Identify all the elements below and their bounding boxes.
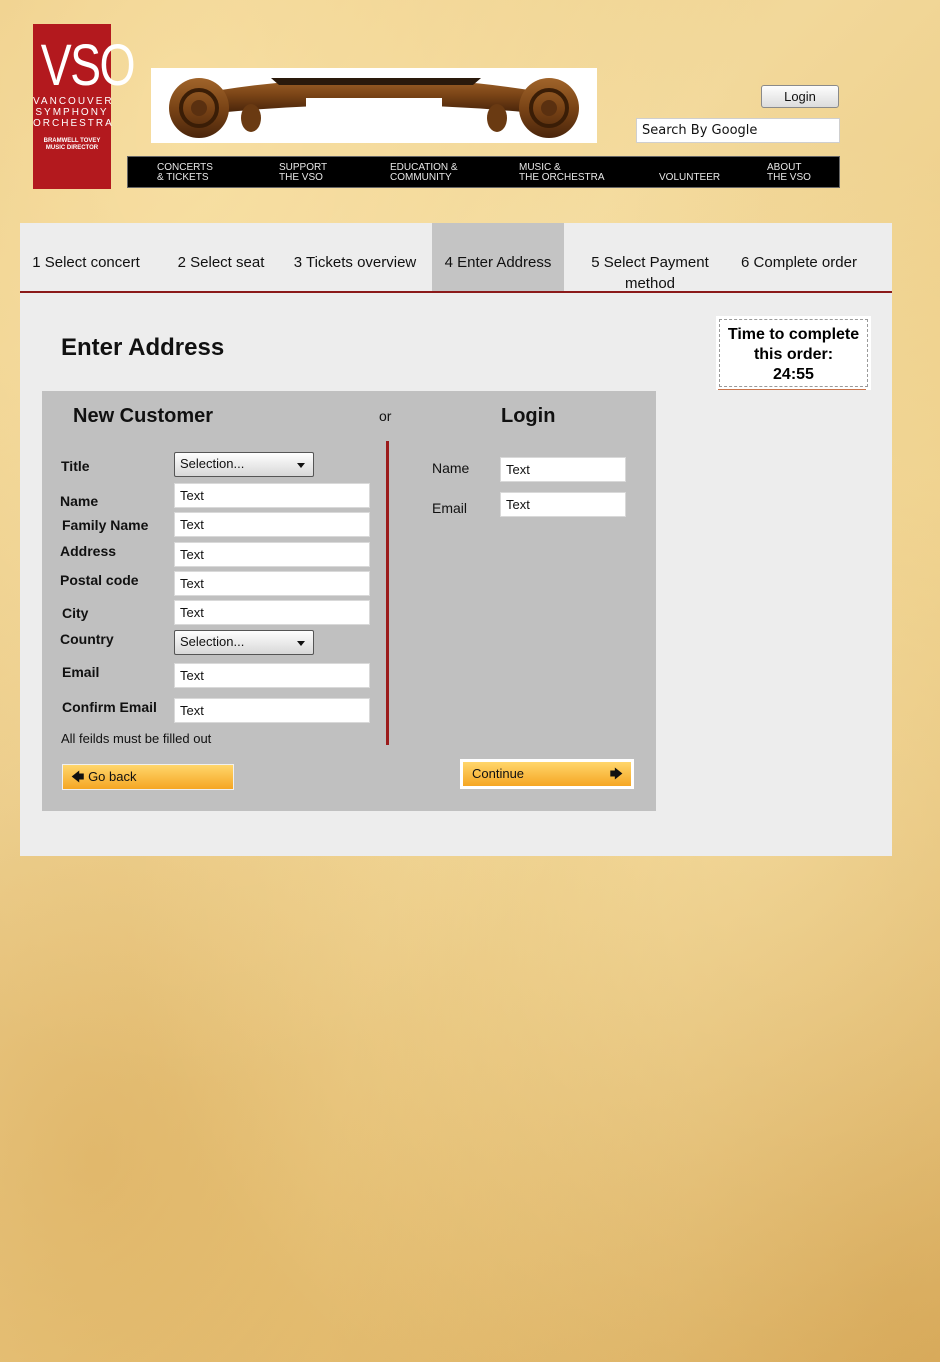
logo-director: MUSIC DIRECTOR bbox=[45, 145, 99, 151]
country-select-value: Selection... bbox=[180, 634, 245, 649]
login-email-field[interactable]: Text bbox=[500, 492, 626, 517]
name-field[interactable]: Text bbox=[174, 483, 370, 508]
nav-about[interactable]: About The VSO bbox=[767, 163, 811, 183]
name-label: Name bbox=[60, 493, 99, 509]
main-nav: Concerts & Tickets Support The VSO Educa… bbox=[127, 156, 840, 188]
city-label: City bbox=[62, 605, 89, 621]
family-name-label: Family Name bbox=[62, 517, 149, 533]
vso-logo[interactable]: VSO VANCOUVER SYMPHONY ORCHESTRA BRAMWEL… bbox=[33, 24, 136, 189]
required-note: All feilds must be filled out bbox=[61, 731, 212, 746]
login-name-field[interactable]: Text bbox=[500, 457, 626, 482]
country-label: Country bbox=[60, 631, 114, 647]
nav-label: The Orchestra bbox=[519, 172, 605, 183]
step-complete-order[interactable]: 6 Complete order bbox=[732, 223, 866, 291]
logo-director: BRAMWELL TOVEY bbox=[43, 138, 101, 144]
address-label: Address bbox=[60, 543, 117, 559]
login-name-label: Name bbox=[432, 460, 470, 476]
nav-label: The VSO bbox=[279, 172, 323, 183]
arrow-left-icon: 🡄 bbox=[71, 769, 85, 784]
postal-code-field[interactable]: Text bbox=[174, 571, 370, 596]
continue-button[interactable]: Continue 🡆 bbox=[460, 759, 634, 789]
search-input[interactable]: Search By Google bbox=[636, 118, 840, 143]
nav-music[interactable]: Music & The Orchestra bbox=[519, 163, 605, 183]
or-label: or bbox=[379, 408, 392, 424]
nav-label: Volunteer bbox=[659, 172, 721, 183]
logo-line: SYMPHONY bbox=[35, 107, 109, 118]
go-back-label: Go back bbox=[88, 769, 137, 784]
step-select-payment[interactable]: 5 Select Payment method bbox=[586, 223, 714, 292]
logo-line: ORCHESTRA bbox=[33, 118, 114, 129]
confirm-email-field[interactable]: Text bbox=[174, 698, 370, 723]
order-timer: Time to complete this order: 24:55 bbox=[716, 316, 871, 390]
title-select-value: Selection... bbox=[180, 456, 245, 471]
step-select-seat[interactable]: 2 Select seat bbox=[170, 223, 272, 291]
title-label: Title bbox=[61, 458, 90, 474]
nav-label: & Tickets bbox=[157, 172, 209, 183]
title-select[interactable]: Selection... bbox=[174, 452, 314, 477]
continue-label: Continue bbox=[472, 766, 525, 781]
nav-label: Community bbox=[390, 172, 452, 183]
arrow-right-icon: 🡆 bbox=[609, 766, 623, 781]
nav-label: The VSO bbox=[767, 172, 811, 183]
family-name-field[interactable]: Text bbox=[174, 512, 370, 537]
email-field[interactable]: Text bbox=[174, 663, 370, 688]
step-select-concert[interactable]: 1 Select concert bbox=[20, 223, 152, 291]
nav-education[interactable]: Education & Community bbox=[390, 163, 458, 183]
chevron-down-icon bbox=[297, 463, 305, 468]
timer-value: 24:55 bbox=[773, 366, 814, 383]
checkout-steps: 1 Select concert 2 Select seat 3 Tickets… bbox=[20, 223, 892, 293]
violin-scroll-banner bbox=[151, 68, 597, 143]
timer-divider bbox=[718, 389, 866, 390]
chevron-down-icon bbox=[297, 641, 305, 646]
step-enter-address[interactable]: 4 Enter Address bbox=[432, 223, 564, 291]
nav-concerts-tickets[interactable]: Concerts & Tickets bbox=[157, 163, 213, 183]
violin-scroll-image bbox=[169, 78, 579, 142]
nav-support[interactable]: Support The VSO bbox=[279, 163, 327, 183]
postal-code-label: Postal code bbox=[60, 572, 139, 588]
city-field[interactable]: Text bbox=[174, 600, 370, 625]
logo-mark: VSO bbox=[40, 33, 136, 98]
new-customer-heading: New Customer bbox=[73, 405, 214, 427]
login-email-label: Email bbox=[432, 500, 468, 516]
timer-label: Time to complete this order: bbox=[727, 326, 860, 363]
login-heading: Login bbox=[501, 405, 556, 427]
country-select[interactable]: Selection... bbox=[174, 630, 314, 655]
go-back-button[interactable]: 🡄 Go back bbox=[62, 764, 234, 790]
address-field[interactable]: Text bbox=[174, 542, 370, 567]
email-label: Email bbox=[62, 664, 100, 680]
page-title: Enter Address bbox=[61, 334, 225, 361]
section-divider bbox=[386, 441, 389, 745]
login-button[interactable]: Login bbox=[761, 85, 839, 108]
step-tickets-overview[interactable]: 3 Tickets overview bbox=[290, 223, 420, 291]
confirm-email-label: Confirm Email bbox=[62, 699, 157, 715]
nav-volunteer[interactable]: Volunteer bbox=[659, 163, 720, 183]
